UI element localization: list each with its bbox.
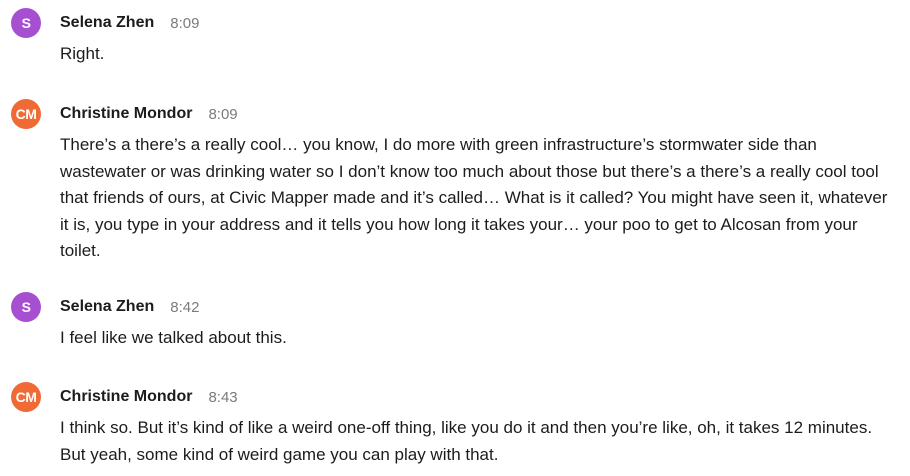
author-name[interactable]: Selena Zhen <box>60 298 154 316</box>
avatar-initials: CM <box>15 389 37 405</box>
author-name[interactable]: Christine Mondor <box>60 105 192 123</box>
message-text: I think so. But it’s kind of like a weir… <box>60 418 873 464</box>
timestamp[interactable]: 8:43 <box>208 389 237 406</box>
author-name[interactable]: Selena Zhen <box>60 14 154 32</box>
avatar[interactable]: CM <box>11 99 41 129</box>
message-header: Christine Mondor 8:09 <box>60 99 238 129</box>
message-header: Selena Zhen 8:42 <box>60 292 199 322</box>
avatar-initials: CM <box>15 106 37 122</box>
message-header: Christine Mondor 8:43 <box>60 382 238 412</box>
message-header: Selena Zhen 8:09 <box>60 8 199 38</box>
timestamp[interactable]: 8:09 <box>208 106 237 123</box>
avatar[interactable]: S <box>11 8 41 38</box>
message-text: I feel like we talked about this. <box>60 328 287 347</box>
author-name[interactable]: Christine Mondor <box>60 388 192 406</box>
timestamp[interactable]: 8:09 <box>170 15 199 32</box>
avatar[interactable]: CM <box>11 382 41 412</box>
message-text: Right. <box>60 44 105 63</box>
message-text: There’s a there’s a really cool… you kno… <box>60 135 888 260</box>
avatar-initials: S <box>21 299 31 315</box>
avatar-initials: S <box>21 15 31 31</box>
timestamp[interactable]: 8:42 <box>170 299 199 316</box>
avatar[interactable]: S <box>11 292 41 322</box>
